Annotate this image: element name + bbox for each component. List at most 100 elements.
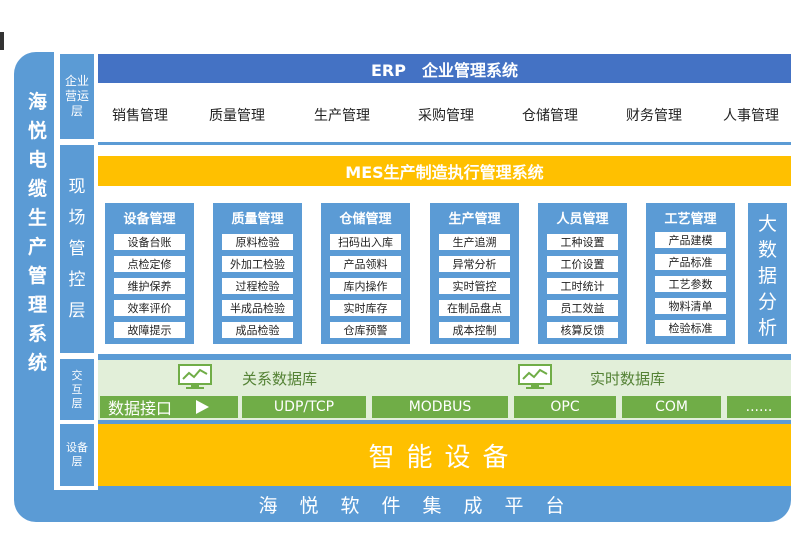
mes-title: MES生产制造执行管理系统 <box>345 163 544 182</box>
smart-device-bar: 智能设备 <box>98 424 791 486</box>
layer-label-text: 管 <box>68 238 86 259</box>
module-item: 维护保养 <box>114 278 185 294</box>
bigdata-char: 分 <box>757 291 777 313</box>
module-item: 员工效益 <box>547 300 618 316</box>
module-item: 成品检验 <box>222 322 293 338</box>
bigdata-analysis: 大 数 据 分 析 <box>748 203 787 344</box>
module-title: 人员管理 <box>556 212 609 227</box>
module-personnel: 人员管理 工种设置 工价设置 工时统计 员工效益 核算反馈 <box>538 203 627 344</box>
side-title-char: 产 <box>27 236 48 258</box>
erp-item-production: 生产管理 <box>314 108 370 124</box>
module-item: 过程检验 <box>222 278 293 294</box>
module-quality: 质量管理 原料检验 外加工检验 过程检验 半成品检验 成品检验 <box>213 203 302 344</box>
module-item: 故障提示 <box>114 322 185 338</box>
module-item: 产品领料 <box>330 256 401 272</box>
module-item: 效率评价 <box>114 300 185 316</box>
module-item: 工种设置 <box>547 234 618 250</box>
module-item: 生产追溯 <box>439 234 510 250</box>
module-item: 实时库存 <box>330 300 401 316</box>
layer-label-text: 层 <box>68 300 86 321</box>
side-title-char: 电 <box>27 149 48 171</box>
module-item: 工艺参数 <box>655 276 726 292</box>
bigdata-char: 大 <box>757 213 777 235</box>
module-production: 生产管理 生产追溯 异常分析 实时管控 在制品盘点 成本控制 <box>430 203 519 344</box>
module-item: 物料清单 <box>655 298 726 314</box>
module-title: 质量管理 <box>231 212 284 227</box>
erp-title: ERP 企业管理系统 <box>371 60 518 80</box>
side-title-char: 生 <box>27 207 48 229</box>
smart-device-title: 智能设备 <box>368 442 521 473</box>
module-item: 扫码出入库 <box>330 234 401 250</box>
layer-label-text: 层 <box>71 396 83 410</box>
module-item: 在制品盘点 <box>439 300 510 316</box>
protocol-modbus: MODBUS <box>372 396 508 418</box>
erp-title-bar: ERP 企业管理系统 <box>98 54 791 83</box>
layer-label-interaction: 交 互 层 <box>60 359 94 420</box>
side-title-char: 理 <box>27 294 48 316</box>
module-item: 设备台账 <box>114 234 185 250</box>
module-title: 生产管理 <box>448 212 501 227</box>
mes-title-bar: MES生产制造执行管理系统 <box>98 156 791 186</box>
module-item: 实时管控 <box>439 278 510 294</box>
layer-label-device: 设备 层 <box>60 424 94 486</box>
module-item: 原料检验 <box>222 234 293 250</box>
bigdata-char: 据 <box>757 265 777 287</box>
module-item: 外加工检验 <box>222 256 293 272</box>
layer-label-text: 层 <box>70 104 83 118</box>
side-title-char: 缆 <box>27 178 48 200</box>
module-title: 工艺管理 <box>664 212 717 227</box>
monitor-icon <box>178 364 212 389</box>
bigdata-char: 数 <box>757 239 777 261</box>
relational-db-label: 关系数据库 <box>242 370 318 388</box>
module-item: 工时统计 <box>547 278 618 294</box>
play-arrow-icon <box>196 400 210 414</box>
layer-label-text: 现 <box>68 176 86 197</box>
corner-mark <box>0 32 4 50</box>
side-title-char: 系 <box>27 323 48 345</box>
protocol-more: ...... <box>727 396 791 418</box>
module-title: 设备管理 <box>123 212 176 227</box>
integration-platform-bar: 海悦软件集成平台 <box>54 490 791 518</box>
layer-label-text: 设备 <box>66 441 88 454</box>
protocol-udp-tcp: UDP/TCP <box>242 396 366 418</box>
layer-label-text: 互 <box>71 382 83 396</box>
layer-label-text: 营运 <box>64 89 89 103</box>
protocol-opc: OPC <box>514 396 616 418</box>
layer-label-text: 控 <box>68 269 86 290</box>
layer-label-erp: 企业 营运 层 <box>60 54 94 139</box>
layer-label-text: 场 <box>68 207 86 228</box>
erp-item-sales: 销售管理 <box>112 108 168 124</box>
side-title-char: 海 <box>27 91 48 113</box>
erp-item-purchasing: 采购管理 <box>418 108 474 124</box>
module-process: 工艺管理 产品建模 产品标准 工艺参数 物料清单 检验标准 <box>646 203 735 344</box>
realtime-db-label: 实时数据库 <box>590 370 666 388</box>
module-item: 工价设置 <box>547 256 618 272</box>
module-warehouse: 仓储管理 扫码出入库 产品领料 库内操作 实时库存 仓库预警 <box>321 203 410 344</box>
layer-label-field: 现 场 管 控 层 <box>60 145 94 353</box>
side-title-char: 统 <box>27 352 48 374</box>
erp-item-finance: 财务管理 <box>626 108 682 124</box>
module-equipment: 设备管理 设备台账 点检定修 维护保养 效率评价 故障提示 <box>105 203 194 344</box>
side-title-char: 管 <box>27 265 48 287</box>
platform-title: 海悦软件集成平台 <box>258 494 587 517</box>
monitor-icon <box>518 364 552 389</box>
module-item: 产品建模 <box>655 232 726 248</box>
data-interface-bar: 数据接口 <box>100 396 238 418</box>
module-item: 核算反馈 <box>547 322 618 338</box>
layer-label-text: 交 <box>71 368 83 382</box>
erp-item-quality: 质量管理 <box>209 108 265 124</box>
module-item: 点检定修 <box>114 256 185 272</box>
module-title: 仓储管理 <box>339 212 392 227</box>
erp-item-warehouse: 仓储管理 <box>522 108 578 124</box>
layer-label-text: 层 <box>71 455 83 468</box>
side-title-char: 悦 <box>27 120 48 142</box>
module-item: 库内操作 <box>330 278 401 294</box>
module-item: 仓库预警 <box>330 322 401 338</box>
erp-item-hr: 人事管理 <box>723 108 779 124</box>
data-interface-label: 数据接口 <box>108 399 173 418</box>
bigdata-char: 析 <box>757 317 777 339</box>
module-item: 成本控制 <box>439 322 510 338</box>
module-item: 异常分析 <box>439 256 510 272</box>
module-item: 半成品检验 <box>222 300 293 316</box>
protocol-com: COM <box>622 396 721 418</box>
